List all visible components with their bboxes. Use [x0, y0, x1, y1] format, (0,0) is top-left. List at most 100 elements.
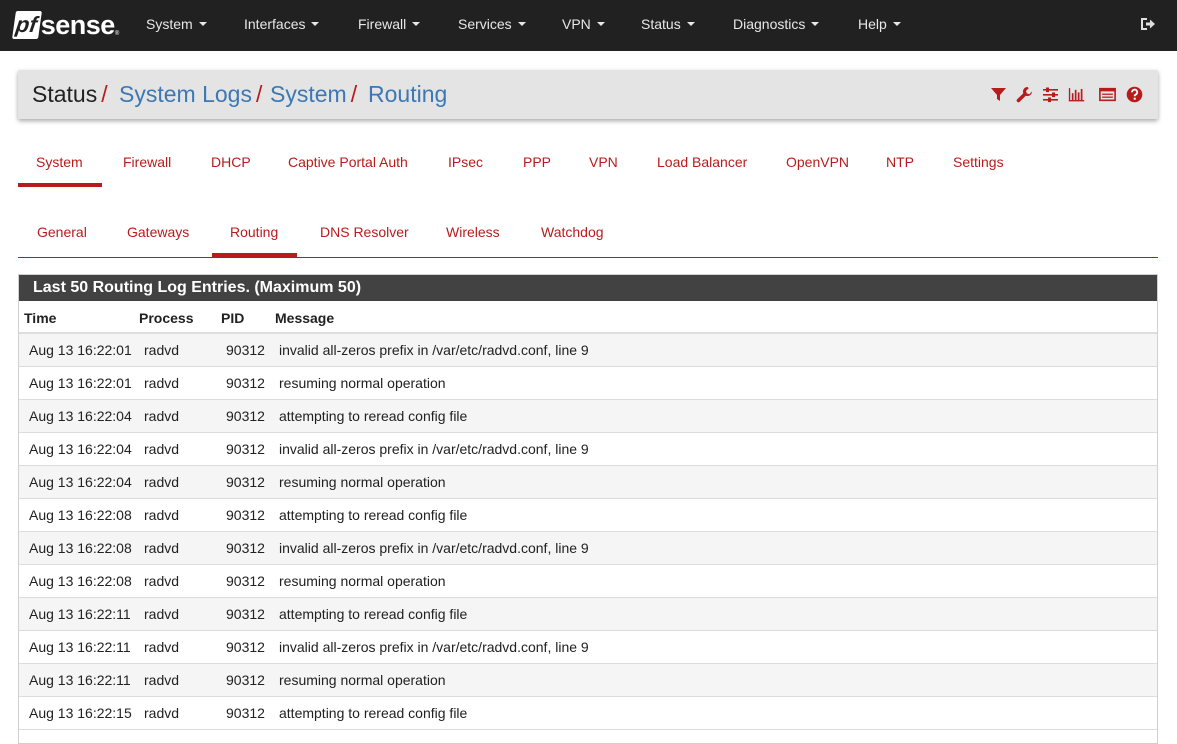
nav-menu-label: Diagnostics: [733, 16, 806, 32]
nav-menu-help[interactable]: Help: [858, 0, 901, 51]
subtab-routing[interactable]: Routing: [230, 224, 278, 240]
log-message: attempting to reread config file: [279, 507, 468, 523]
breadcrumb-status: Status /: [32, 70, 108, 119]
log-message: attempting to reread config file: [279, 408, 468, 424]
tab-ppp[interactable]: PPP: [523, 154, 551, 170]
tab-system[interactable]: System: [36, 154, 83, 170]
tab-settings[interactable]: Settings: [953, 154, 1004, 170]
log-process: radvd: [144, 441, 180, 457]
logo-pf-mark: pf: [12, 11, 42, 39]
wrench-icon[interactable]: [1016, 86, 1033, 103]
log-pid: 90312: [226, 474, 265, 490]
caret-down-icon: [892, 22, 901, 27]
log-process: radvd: [144, 474, 180, 490]
breadcrumb-label: System: [270, 81, 347, 107]
breadcrumb-label: Status: [32, 81, 98, 107]
subtab-general[interactable]: General: [37, 224, 87, 240]
help-icon[interactable]: [1126, 86, 1143, 103]
table-row: Aug 13 16:22:04 radvd 90312 invalid all-zer…: [19, 433, 1157, 466]
breadcrumb-system[interactable]: System /: [270, 70, 357, 119]
log-process: radvd: [144, 342, 180, 358]
pfsense-logo[interactable]: pf sense ®: [12, 9, 120, 41]
breadcrumb-label: Routing: [368, 81, 448, 107]
log-pid: 90312: [226, 408, 265, 424]
breadcrumb-separator: /: [350, 81, 358, 107]
table-row: Aug 13 16:22:04 radvd 90312 attempting to r…: [19, 400, 1157, 433]
log-time: Aug 13 16:22:01: [29, 375, 132, 391]
tab-ntp[interactable]: NTP: [886, 154, 914, 170]
nav-menu-label: VPN: [562, 16, 591, 32]
log-process: radvd: [144, 507, 180, 523]
table-row: Aug 13 16:22:15 radvd 90312 attempting to r…: [19, 697, 1157, 730]
log-pid: 90312: [226, 573, 265, 589]
panel-title: Last 50 Routing Log Entries. (Maximum 50…: [19, 275, 1157, 301]
log-time: Aug 13 16:22:11: [29, 672, 131, 688]
log-message: attempting to reread config file: [279, 705, 468, 721]
subtab-gateways[interactable]: Gateways: [127, 224, 189, 240]
logo-registered-mark: ®: [114, 31, 120, 37]
table-row: Aug 13 16:22:08 radvd 90312 resuming normal…: [19, 565, 1157, 598]
nav-menu-services[interactable]: Services: [458, 0, 526, 51]
nav-menu-label: Services: [458, 16, 512, 32]
column-header-message: Message: [275, 310, 335, 326]
subtab-divider: [18, 257, 1158, 258]
nav-menu-system[interactable]: System: [146, 0, 207, 51]
log-time: Aug 13 16:22:01: [29, 342, 132, 358]
nav-menu-status[interactable]: Status: [641, 0, 695, 51]
log-pid: 90312: [226, 375, 265, 391]
caret-down-icon: [596, 22, 605, 27]
log-pid: 90312: [226, 639, 265, 655]
log-message: invalid all-zeros prefix in /var/etc/rad…: [279, 342, 589, 358]
breadcrumb-separator: /: [101, 81, 108, 107]
logo-wordmark: sense: [40, 10, 116, 40]
tab-vpn[interactable]: VPN: [589, 154, 618, 170]
active-tab-indicator: [18, 183, 102, 187]
subtab-wireless[interactable]: Wireless: [446, 224, 500, 240]
log-process: radvd: [144, 705, 180, 721]
filter-icon[interactable]: [990, 86, 1007, 103]
top-navbar: pf sense ® System Interfaces Firewall Se…: [0, 0, 1177, 51]
tab-captive-portal-auth[interactable]: Captive Portal Auth: [288, 154, 408, 170]
log-message: attempting to reread config file: [279, 606, 468, 622]
subtab-watchdog[interactable]: Watchdog: [541, 224, 604, 240]
breadcrumb-system-logs[interactable]: System Logs /: [119, 70, 262, 119]
caret-down-icon: [811, 22, 820, 27]
log-process: radvd: [144, 540, 180, 556]
table-row: Aug 13 16:22:08 radvd 90312 invalid all-zer…: [19, 532, 1157, 565]
tab-load-balancer[interactable]: Load Balancer: [657, 154, 747, 170]
table-row: Aug 13 16:22:01 radvd 90312 resuming normal…: [19, 367, 1157, 400]
subtab-dns-resolver[interactable]: DNS Resolver: [320, 224, 409, 240]
log-process: radvd: [144, 573, 180, 589]
tab-firewall[interactable]: Firewall: [123, 154, 171, 170]
nav-menu-firewall[interactable]: Firewall: [358, 0, 421, 51]
nav-menu-label: Help: [858, 16, 887, 32]
column-header-process: Process: [139, 310, 194, 326]
nav-menu-diagnostics[interactable]: Diagnostics: [733, 0, 820, 51]
log-pid: 90312: [226, 507, 265, 523]
table-row: Aug 13 16:22:01 radvd 90312 invalid all-zer…: [19, 334, 1157, 367]
log-message: resuming normal operation: [279, 573, 446, 589]
sliders-icon[interactable]: [1042, 86, 1059, 103]
tab-dhcp[interactable]: DHCP: [211, 154, 251, 170]
nav-menu-label: Interfaces: [244, 16, 306, 32]
nav-menu-interfaces[interactable]: Interfaces: [244, 0, 320, 51]
log-time: Aug 13 16:22:04: [29, 441, 132, 457]
caret-down-icon: [198, 22, 207, 27]
breadcrumb-routing[interactable]: Routing: [368, 70, 447, 119]
log-pid: 90312: [226, 672, 265, 688]
log-time: Aug 13 16:22:11: [29, 606, 131, 622]
tab-ipsec[interactable]: IPsec: [448, 154, 483, 170]
bar-chart-icon[interactable]: [1068, 86, 1085, 103]
log-process: radvd: [144, 408, 180, 424]
nav-menu-vpn[interactable]: VPN: [562, 0, 605, 51]
log-process: radvd: [144, 639, 180, 655]
log-message: resuming normal operation: [279, 375, 446, 391]
nav-menu-label: Status: [641, 16, 681, 32]
caret-down-icon: [686, 22, 695, 27]
tab-openvpn[interactable]: OpenVPN: [786, 154, 849, 170]
sign-out-icon[interactable]: [1139, 15, 1157, 33]
table-row: Aug 13 16:22:11 radvd 90312 resuming normal…: [19, 664, 1157, 697]
list-icon[interactable]: [1099, 86, 1116, 103]
table-row: Aug 13 16:22:04 radvd 90312 resuming normal…: [19, 466, 1157, 499]
log-message: invalid all-zeros prefix in /var/etc/rad…: [279, 441, 589, 457]
